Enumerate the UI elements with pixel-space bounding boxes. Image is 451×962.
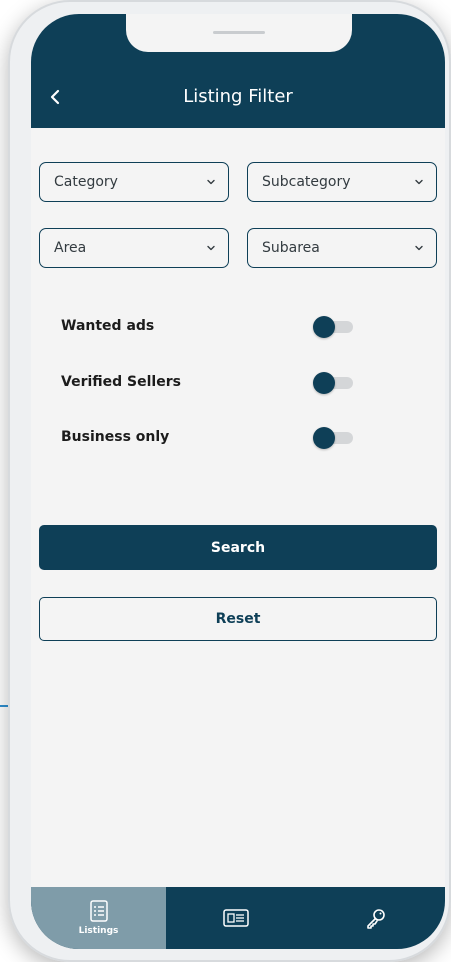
toggle-label: Verified Sellers — [61, 374, 181, 390]
category-select[interactable]: Category — [39, 162, 229, 202]
notch-speaker — [213, 31, 265, 34]
stage: Listing Filter Category Subcategory Area… — [0, 0, 451, 962]
toggle-row-verified-sellers: Verified Sellers — [61, 372, 361, 398]
chevron-down-icon — [415, 245, 423, 251]
tab-news[interactable] — [166, 887, 306, 949]
page-title: Listing Filter — [183, 86, 293, 107]
area-select-label: Area — [54, 240, 87, 256]
newspaper-icon — [223, 909, 249, 927]
list-icon — [89, 900, 108, 922]
phone-screen: Listing Filter Category Subcategory Area… — [31, 14, 445, 949]
reset-button[interactable]: Reset — [39, 597, 437, 641]
area-select[interactable]: Area — [39, 228, 229, 268]
toggle-knob — [313, 372, 335, 394]
chevron-down-icon — [207, 179, 215, 185]
subarea-select-label: Subarea — [262, 240, 320, 256]
business-only-toggle[interactable] — [313, 427, 357, 449]
toggle-row-business-only: Business only — [61, 427, 361, 453]
toggle-label: Wanted ads — [61, 318, 155, 334]
key-icon — [366, 909, 385, 929]
toggle-label: Business only — [61, 429, 170, 445]
subarea-select[interactable]: Subarea — [247, 228, 437, 268]
toggle-row-wanted-ads: Wanted ads — [61, 316, 361, 342]
toggle-knob — [313, 427, 335, 449]
toggle-knob — [313, 316, 335, 338]
search-button[interactable]: Search — [39, 525, 437, 570]
phone-notch — [126, 14, 352, 52]
app-header: Listing Filter — [31, 14, 445, 128]
bottom-tab-bar: Listings — [31, 887, 445, 949]
verified-sellers-toggle[interactable] — [313, 372, 357, 394]
chevron-down-icon — [207, 245, 215, 251]
tab-listings[interactable]: Listings — [31, 887, 166, 949]
chevron-down-icon — [415, 179, 423, 185]
wanted-ads-toggle[interactable] — [313, 316, 357, 338]
tab-key[interactable] — [306, 887, 445, 949]
subcategory-select[interactable]: Subcategory — [247, 162, 437, 202]
tab-listings-label: Listings — [78, 926, 119, 936]
subcategory-select-label: Subcategory — [262, 174, 351, 190]
category-select-label: Category — [54, 174, 118, 190]
